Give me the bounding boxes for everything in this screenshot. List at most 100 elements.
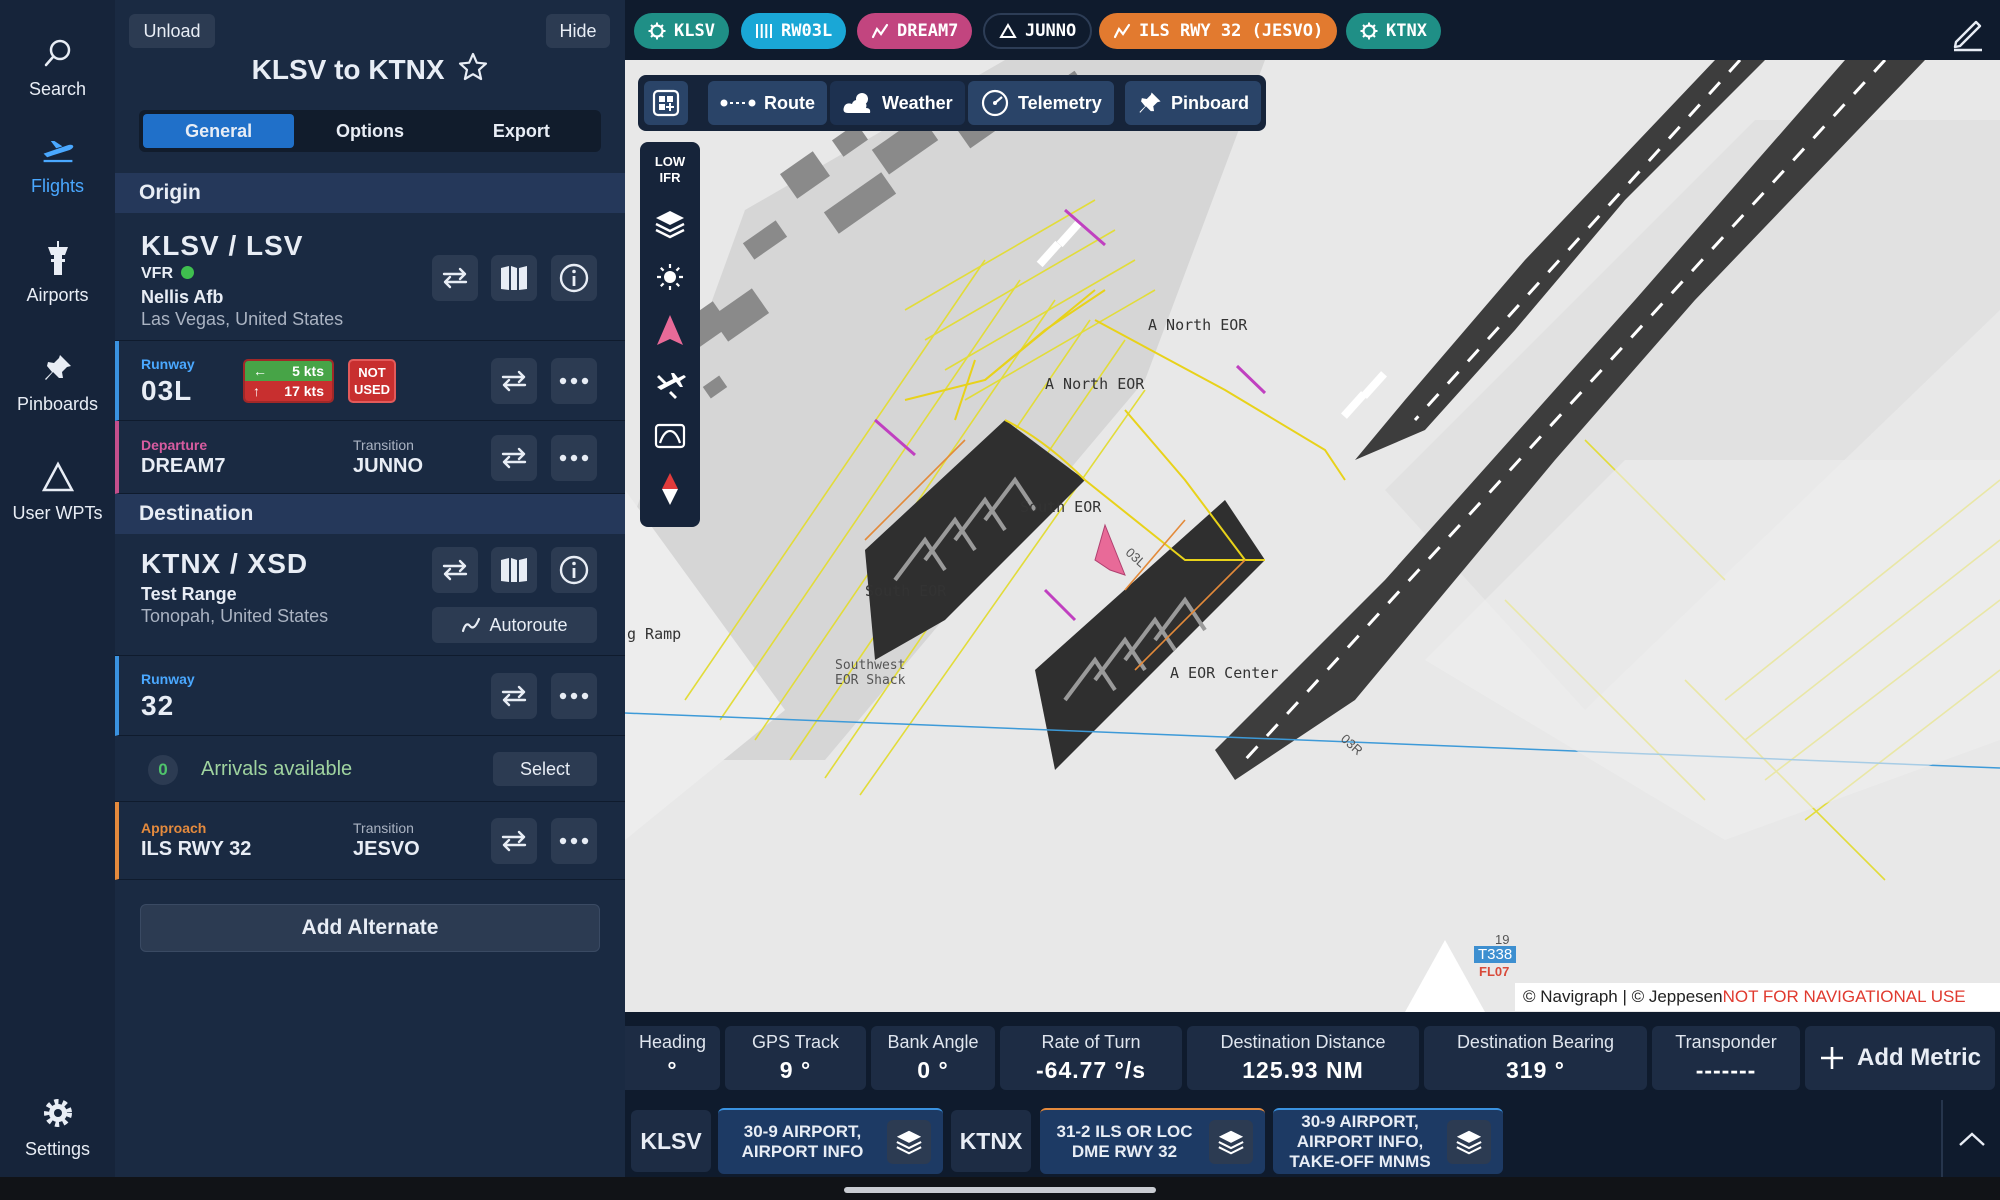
autoroute-button[interactable]: Autoroute (432, 607, 597, 643)
destination-info-button[interactable] (551, 547, 597, 593)
metric-transponder-label: Transponder (1675, 1032, 1777, 1052)
swap-icon (501, 447, 527, 469)
tab-export[interactable]: Export (446, 114, 597, 148)
weather-button[interactable]: Weather (830, 81, 965, 125)
chip-transition[interactable]: JUNNO (983, 13, 1093, 49)
metric-heading[interactable]: Heading ° (625, 1026, 720, 1090)
doc-origin-layers-button[interactable] (887, 1120, 931, 1164)
plus-icon (1820, 1047, 1843, 1069)
doc-origin-chart[interactable]: 30-9 AIRPORT, AIRPORT INFO (718, 1108, 943, 1174)
departure-swap-button[interactable] (491, 435, 537, 481)
metric-transponder[interactable]: Transponder ------- (1652, 1026, 1800, 1090)
destination-location: Tonopah, United States (141, 606, 329, 626)
pinboard-button[interactable]: Pinboard (1125, 81, 1262, 125)
doc-dest-approach-text: 31-2 ILS OR LOC DME RWY 32 (1040, 1122, 1209, 1162)
ownship-button[interactable] (648, 308, 692, 352)
doc-dest-airport-chart[interactable]: 30-9 AIRPORT, AIRPORT INFO, TAKE-OFF MNM… (1273, 1108, 1503, 1174)
destination-runway-label: Runway (141, 671, 195, 687)
approach-more-button[interactable] (551, 818, 597, 864)
origin-charts-button[interactable] (491, 255, 537, 301)
more-dots-icon (559, 837, 589, 845)
rail-search[interactable]: Search (0, 10, 115, 100)
metric-rate-of-turn[interactable]: Rate of Turn -64.77 °/s (1000, 1026, 1182, 1090)
layers-button[interactable] (648, 202, 692, 246)
chip-ktnx[interactable]: KTNX (1346, 13, 1441, 49)
origin-runway-row[interactable]: Runway 03L ← 5 kts ↑ 17 kts NOT USED (115, 341, 625, 421)
runway-more-button[interactable] (551, 358, 597, 404)
info-icon (559, 263, 589, 293)
departure-more-button[interactable] (551, 435, 597, 481)
destination-charts-button[interactable] (491, 547, 537, 593)
runway-swap-button[interactable] (491, 358, 537, 404)
destination-swap-button[interactable] (432, 547, 478, 593)
tab-general[interactable]: General (143, 114, 295, 148)
pencil-icon (1953, 20, 1982, 52)
chip-approach-label: ILS RWY 32 (JESVO) (1139, 21, 1324, 41)
dest-runway-swap-button[interactable] (491, 673, 537, 719)
departure-value: DREAM7 (141, 455, 226, 477)
doc-dest-approach-chart[interactable]: 31-2 ILS OR LOC DME RWY 32 (1040, 1108, 1265, 1174)
ownship-arrow-icon (657, 315, 683, 345)
edit-route-button[interactable] (1948, 12, 1988, 52)
map-label-south-eor-2: South EOR (865, 582, 947, 600)
terrain-profile-icon (654, 423, 686, 449)
chip-runway[interactable]: RW03L (741, 13, 847, 49)
dest-runway-more-button[interactable] (551, 673, 597, 719)
widgets-button[interactable] (644, 81, 688, 125)
metric-gps-track[interactable]: GPS Track 9 ° (725, 1026, 866, 1090)
metric-destination-distance-label: Destination Distance (1220, 1032, 1386, 1052)
star-icon[interactable] (458, 52, 488, 89)
departure-row[interactable]: Departure DREAM7 Transition JUNNO (115, 421, 625, 494)
map-label-ramp: g Ramp (627, 625, 682, 643)
metric-gps-track-label: GPS Track (751, 1032, 840, 1052)
chip-klsv[interactable]: KLSV (634, 13, 729, 49)
rail-airports[interactable]: Airports (0, 216, 115, 306)
origin-airport-row[interactable]: KLSV / LSV VFR Nellis Afb Las Vegas, Uni… (115, 213, 625, 341)
sw-shack-line2: EOR Shack (835, 673, 906, 688)
doc-dest-airport-line1: 30-9 AIRPORT, (1301, 1112, 1419, 1131)
metric-destination-bearing[interactable]: Destination Bearing 319 ° (1424, 1026, 1647, 1090)
hide-button[interactable]: Hide (546, 14, 610, 48)
destination-header: Destination (115, 494, 625, 534)
doc-dest-airport-layers-button[interactable] (1447, 1120, 1491, 1164)
terrain-button[interactable] (648, 414, 692, 458)
chip-departure-label: DREAM7 (897, 21, 959, 41)
panel-tabs: General Options Export (139, 110, 601, 152)
expand-docs-button[interactable] (1941, 1100, 2000, 1177)
rail-user-wpts[interactable]: User WPTs (0, 434, 115, 524)
destination-airport-row[interactable]: KTNX / XSD Test Range Tonopah, United St… (115, 534, 625, 656)
approach-value: ILS RWY 32 (141, 838, 252, 860)
route-button[interactable]: Route (708, 81, 827, 125)
tab-options[interactable]: Options (294, 114, 445, 148)
not-used-badge: NOT USED (348, 359, 396, 403)
origin-info-button[interactable] (551, 255, 597, 301)
doc-dest-approach-layers-button[interactable] (1209, 1120, 1253, 1164)
triangle-waypoint-icon (999, 23, 1017, 38)
doc-origin-ident[interactable]: KLSV (631, 1110, 711, 1172)
destination-runway-row[interactable]: Runway 32 (115, 656, 625, 736)
approach-row[interactable]: Approach ILS RWY 32 Transition JESVO (115, 802, 625, 880)
airport-map[interactable]: A North EOR A North EOR South EOR South … (625, 60, 2000, 1012)
origin-swap-button[interactable] (432, 255, 478, 301)
telemetry-button[interactable]: Telemetry (968, 81, 1114, 125)
rail-settings[interactable]: Settings (0, 1070, 115, 1160)
home-indicator[interactable] (844, 1187, 1156, 1193)
rail-flights[interactable]: Flights (0, 107, 115, 197)
north-up-button[interactable] (648, 467, 692, 511)
rail-pinboards[interactable]: Pinboards (0, 325, 115, 415)
metric-destination-distance[interactable]: Destination Distance 125.93 NM (1187, 1026, 1419, 1090)
add-alternate-button[interactable]: Add Alternate (140, 904, 600, 952)
chip-departure[interactable]: DREAM7 (857, 13, 973, 49)
doc-dest-ident[interactable]: KTNX (951, 1110, 1031, 1172)
arrivals-select-button[interactable]: Select (493, 752, 597, 786)
metrics-bar: Heading ° GPS Track 9 ° Bank Angle 0 ° R… (625, 1012, 2000, 1100)
approach-swap-button[interactable] (491, 818, 537, 864)
metric-bank-angle[interactable]: Bank Angle 0 ° (871, 1026, 995, 1090)
add-metric-button[interactable]: Add Metric (1805, 1026, 1995, 1090)
traffic-button[interactable] (648, 361, 692, 405)
brightness-button[interactable] (648, 255, 692, 299)
wx-category-button[interactable]: LOW IFR (648, 148, 692, 192)
pin-icon (1139, 92, 1161, 113)
chip-approach[interactable]: ILS RWY 32 (JESVO) (1099, 13, 1338, 49)
unload-button[interactable]: Unload (129, 14, 215, 48)
